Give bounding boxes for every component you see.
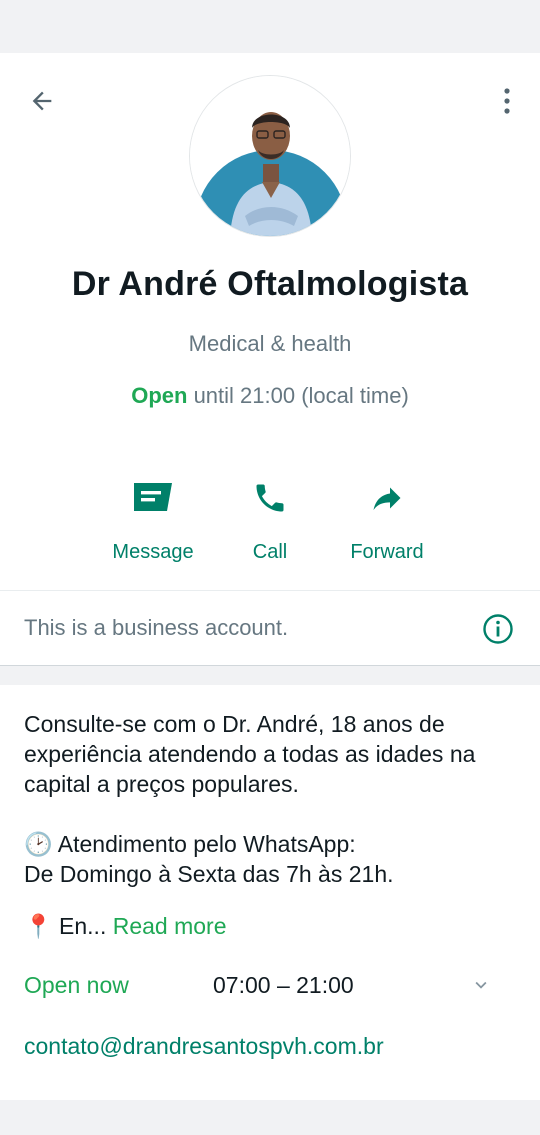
expand-hours-button[interactable]	[470, 974, 492, 1002]
read-more-link[interactable]: Read more	[106, 913, 227, 939]
forward-icon	[373, 487, 401, 510]
more-vert-icon	[504, 88, 510, 114]
back-arrow-icon	[32, 91, 52, 111]
description-truncated: 📍 En... Read more	[24, 911, 227, 941]
back-button[interactable]	[22, 81, 62, 121]
profile-header: Dr André Oftalmologista Medical & health…	[0, 53, 540, 590]
open-now-label: Open now	[24, 972, 129, 998]
contact-name: Dr André Oftalmologista	[71, 265, 469, 303]
message-button[interactable]: Message	[93, 473, 213, 564]
email-link[interactable]: contato@drandresantospvh.com.br	[24, 1033, 384, 1060]
section-divider	[0, 666, 540, 685]
hours-range: 07:00 – 21:00	[213, 972, 354, 998]
open-status-line: Open until 21:00 (local time)	[0, 383, 540, 409]
action-buttons: Message Call Forward	[0, 473, 540, 573]
whatsapp-hours-title: 🕑 Atendimento pelo WhatsApp:	[24, 831, 356, 857]
avatar-image	[190, 76, 350, 236]
business-hours-row[interactable]: Open now 07:00 – 21:00	[24, 968, 516, 1008]
whatsapp-hours-detail: De Domingo à Sexta das 7h às 21h.	[24, 861, 394, 887]
business-account-text: This is a business account.	[24, 615, 289, 640]
call-button[interactable]: Call	[210, 473, 330, 564]
open-status-detail: until 21:00 (local time)	[187, 383, 409, 408]
message-label: Message	[112, 541, 194, 563]
message-icon	[134, 483, 172, 511]
business-account-notice[interactable]: This is a business account.	[0, 590, 540, 666]
business-category: Medical & health	[188, 331, 352, 356]
profile-photo[interactable]	[189, 75, 351, 237]
status-bar-area	[0, 0, 540, 53]
forward-label: Forward	[350, 541, 424, 563]
location-snippet: 📍 En...	[24, 913, 107, 939]
phone-icon	[256, 484, 284, 512]
open-status-label: Open	[131, 383, 188, 408]
info-button[interactable]	[482, 613, 514, 645]
more-options-button[interactable]	[492, 81, 522, 121]
forward-button[interactable]: Forward	[327, 473, 447, 564]
description-paragraph: Consulte-se com o Dr. André, 18 anos de …	[24, 711, 476, 797]
bottom-gap	[0, 1100, 540, 1135]
business-about-section: Consulte-se com o Dr. André, 18 anos de …	[0, 685, 540, 1100]
chevron-down-icon	[475, 981, 487, 989]
info-icon	[483, 614, 513, 644]
call-label: Call	[252, 541, 288, 563]
business-description: Consulte-se com o Dr. André, 18 anos de …	[24, 709, 524, 939]
